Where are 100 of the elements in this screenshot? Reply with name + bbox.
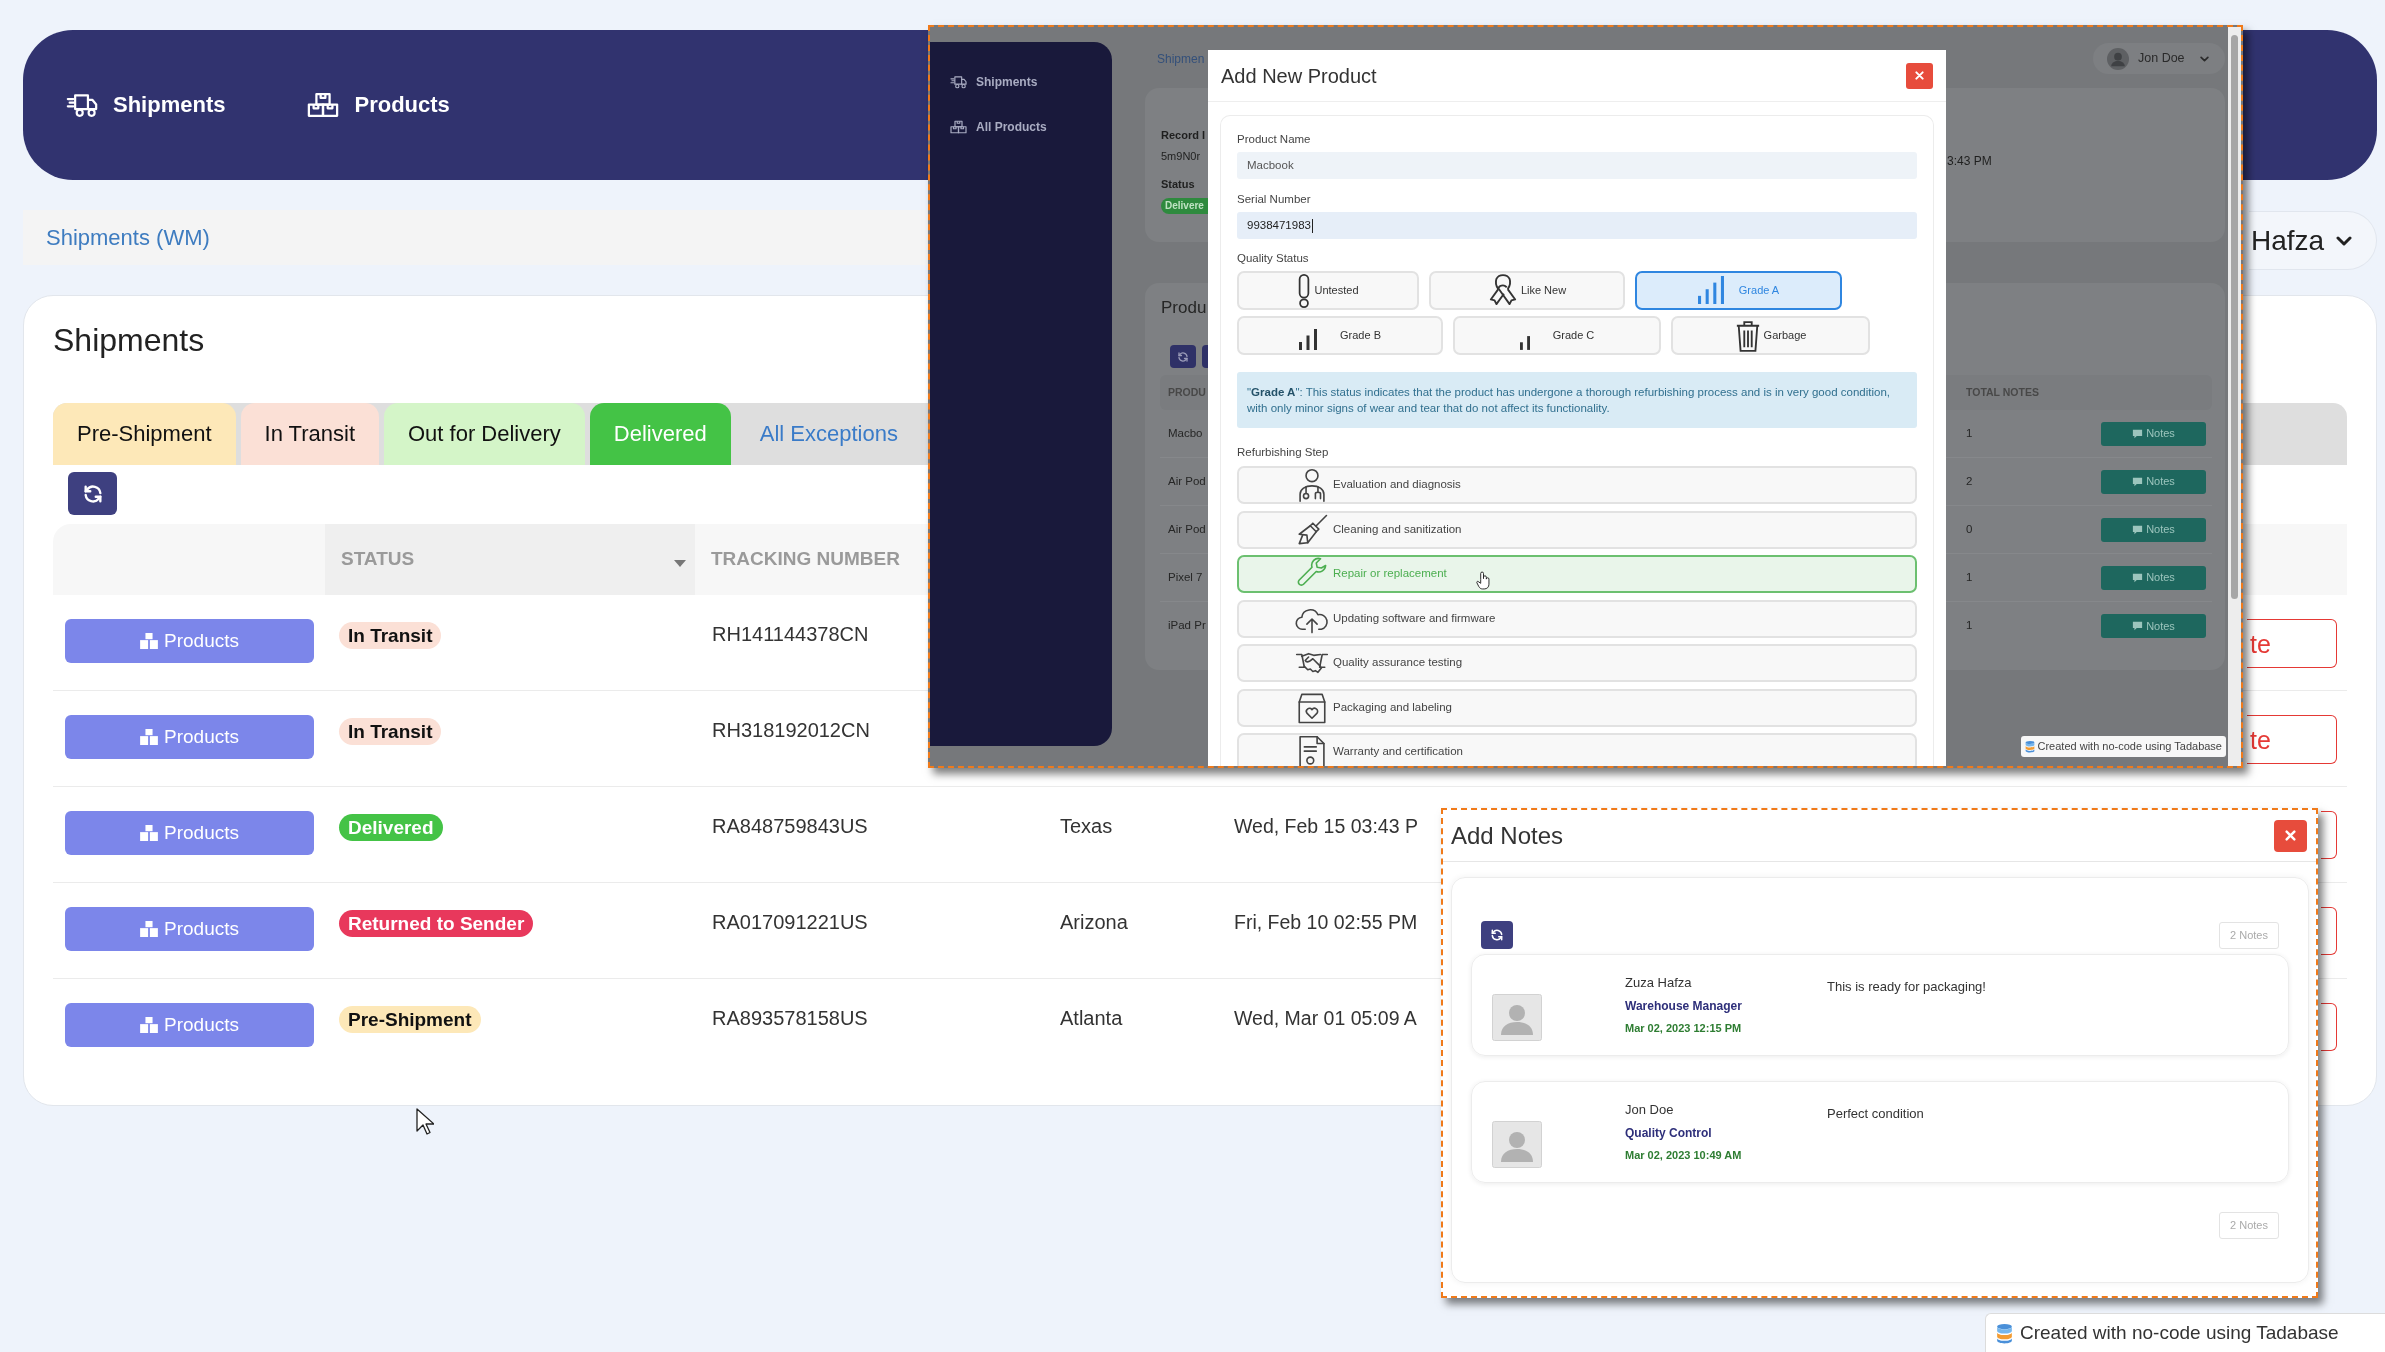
sort-caret-icon	[674, 560, 686, 567]
note-author: Zuza Hafza	[1625, 974, 1692, 992]
refresh-button[interactable]	[68, 472, 117, 515]
table-cell: Wed, Mar 01 05:09 A	[1234, 1007, 1417, 1029]
trash-icon	[1734, 319, 1761, 352]
sidebar-item[interactable]: All Products	[930, 119, 1112, 135]
table-cell: Arizona	[1060, 911, 1128, 933]
notes-button[interactable]: Notes	[2101, 421, 2206, 446]
quality-option[interactable]: Untested	[1237, 271, 1419, 310]
user-menu[interactable]: Jon Doe	[2093, 43, 2225, 74]
note-message: Perfect condition	[1827, 1106, 1924, 1121]
breadcrumb-link[interactable]: Shipments (WM)	[46, 223, 210, 252]
tab[interactable]: Out for Delivery	[384, 403, 585, 465]
refresh-button[interactable]	[1170, 345, 1196, 368]
field-label: Refurbishing Step	[1237, 445, 1330, 460]
field-label: Record I	[1161, 128, 1205, 143]
scrollbar-thumb[interactable]	[2231, 35, 2238, 599]
action-button[interactable]: te	[2247, 619, 2337, 668]
nav-link[interactable]: Shipments	[66, 91, 226, 119]
note-date: Mar 02, 2023 10:49 AM	[1625, 1148, 1742, 1162]
toolbar-button[interactable]	[1202, 345, 1208, 368]
boxes-icon	[950, 120, 967, 134]
note-role: Warehouse Manager	[1625, 998, 1742, 1014]
boxes-icon	[140, 825, 158, 841]
status-badge: In Transit	[339, 718, 442, 745]
database-icon	[1996, 1322, 2013, 1344]
nav-link[interactable]: Products	[307, 91, 450, 119]
refresh-icon	[81, 482, 104, 505]
quality-option[interactable]: Grade B	[1237, 316, 1443, 355]
notes-button[interactable]: Notes	[2101, 614, 2206, 638]
speech-bubble-icon	[2132, 621, 2144, 631]
table-cell-text: Air Pod	[1167, 521, 1207, 537]
notes-button[interactable]: Notes	[2101, 469, 2206, 494]
truck-icon	[66, 92, 98, 118]
tracking-number: RH318192012CN	[712, 719, 870, 741]
table-cell-text: 1	[1966, 425, 1973, 441]
field-label: Product Name	[1237, 132, 1312, 147]
action-button[interactable]	[2321, 1003, 2337, 1051]
avatar-icon	[1492, 1121, 1542, 1168]
close-button[interactable]	[1906, 62, 1933, 89]
step-option[interactable]: Warranty and certification	[1237, 733, 1917, 766]
note-author: Jon Doe	[1625, 1101, 1674, 1119]
tab[interactable]: Pre-Shipment	[53, 403, 236, 465]
avatar-icon	[2107, 47, 2129, 70]
table-cell: Texas	[1060, 815, 1113, 837]
ribbon-icon	[1487, 273, 1518, 308]
quality-option[interactable]: Grade C	[1453, 316, 1661, 355]
close-icon	[2285, 830, 2296, 841]
tab[interactable]: In Transit	[240, 403, 379, 465]
quality-option[interactable]: Like New	[1429, 271, 1625, 310]
action-button[interactable]	[2321, 811, 2337, 859]
step-option[interactable]: Updating software and firmware	[1237, 599, 1917, 638]
hand-cursor-icon	[1476, 571, 1491, 590]
notes-button[interactable]: Notes	[2101, 517, 2206, 542]
close-button[interactable]	[2274, 819, 2307, 852]
refresh-button[interactable]	[1481, 921, 1513, 949]
info-message: "Grade A": This status indicates that the product has undergone a thorough refurbishing process and is in very good condition, with only minor signs of wear and tear that do not affect its functionality.	[1237, 372, 1917, 428]
text-field[interactable]: 9938471983	[1237, 212, 1917, 239]
status-badge: Delivered	[339, 814, 443, 841]
notes-button[interactable]: Notes	[2101, 565, 2206, 590]
table-cell-text: 0	[1966, 521, 1973, 537]
quality-option[interactable]: Garbage	[1671, 316, 1870, 355]
table-cell-text: Macbo	[1167, 425, 1204, 441]
refresh-icon	[1490, 928, 1504, 942]
speech-bubble-icon	[2132, 572, 2144, 583]
broom-icon	[1295, 512, 1329, 547]
table-cell-text: iPad Pr	[1167, 618, 1207, 634]
note-date: Mar 02, 2023 12:15 PM	[1625, 1021, 1742, 1035]
column-header: PRODU	[1167, 384, 1207, 400]
text-field[interactable]: Macbook	[1237, 152, 1917, 179]
sidebar-item[interactable]: Shipments	[930, 74, 1112, 90]
table-cell-text: 1	[1966, 618, 1973, 634]
status-badge: Returned to Sender	[339, 910, 534, 937]
field-label: Quality Status	[1237, 251, 1310, 266]
truck-icon	[950, 75, 967, 89]
speech-bubble-icon	[2132, 428, 2144, 439]
action-button[interactable]: te	[2247, 715, 2337, 764]
pointer-cursor-icon	[416, 1108, 434, 1136]
signal-bars-icon	[1519, 336, 1530, 350]
tracking-number: RA893578158US	[712, 1007, 868, 1029]
table-cell-text: Pixel 7	[1167, 569, 1204, 585]
step-option[interactable]: Packaging and labeling	[1237, 688, 1917, 727]
step-option[interactable]: Evaluation and diagnosis	[1237, 466, 1917, 504]
modal-title: Add New Product	[1221, 63, 1377, 89]
chevron-down-icon	[2199, 55, 2209, 62]
avatar-icon	[1492, 994, 1542, 1041]
table-cell-text: 1	[1966, 569, 1973, 585]
speech-bubble-icon	[2132, 524, 2144, 535]
database-icon	[2024, 740, 2035, 753]
step-option[interactable]: Cleaning and sanitization	[1237, 510, 1917, 549]
made-with-badge[interactable]: Created with no-code using Tadabase	[1985, 1313, 2385, 1352]
refresh-icon	[1177, 350, 1189, 363]
step-option[interactable]: Quality assurance testing	[1237, 644, 1917, 682]
status-badge: In Transit	[339, 622, 442, 649]
made-with-badge[interactable]: Created with no-code using Tadabase	[2020, 736, 2226, 757]
user-menu[interactable]: Hafza	[2249, 211, 2377, 270]
field-label: Status	[1161, 177, 1195, 192]
scrollbar[interactable]	[2228, 27, 2241, 766]
tracking-number: RH141144378CN	[712, 623, 869, 645]
action-button[interactable]	[2321, 907, 2337, 955]
